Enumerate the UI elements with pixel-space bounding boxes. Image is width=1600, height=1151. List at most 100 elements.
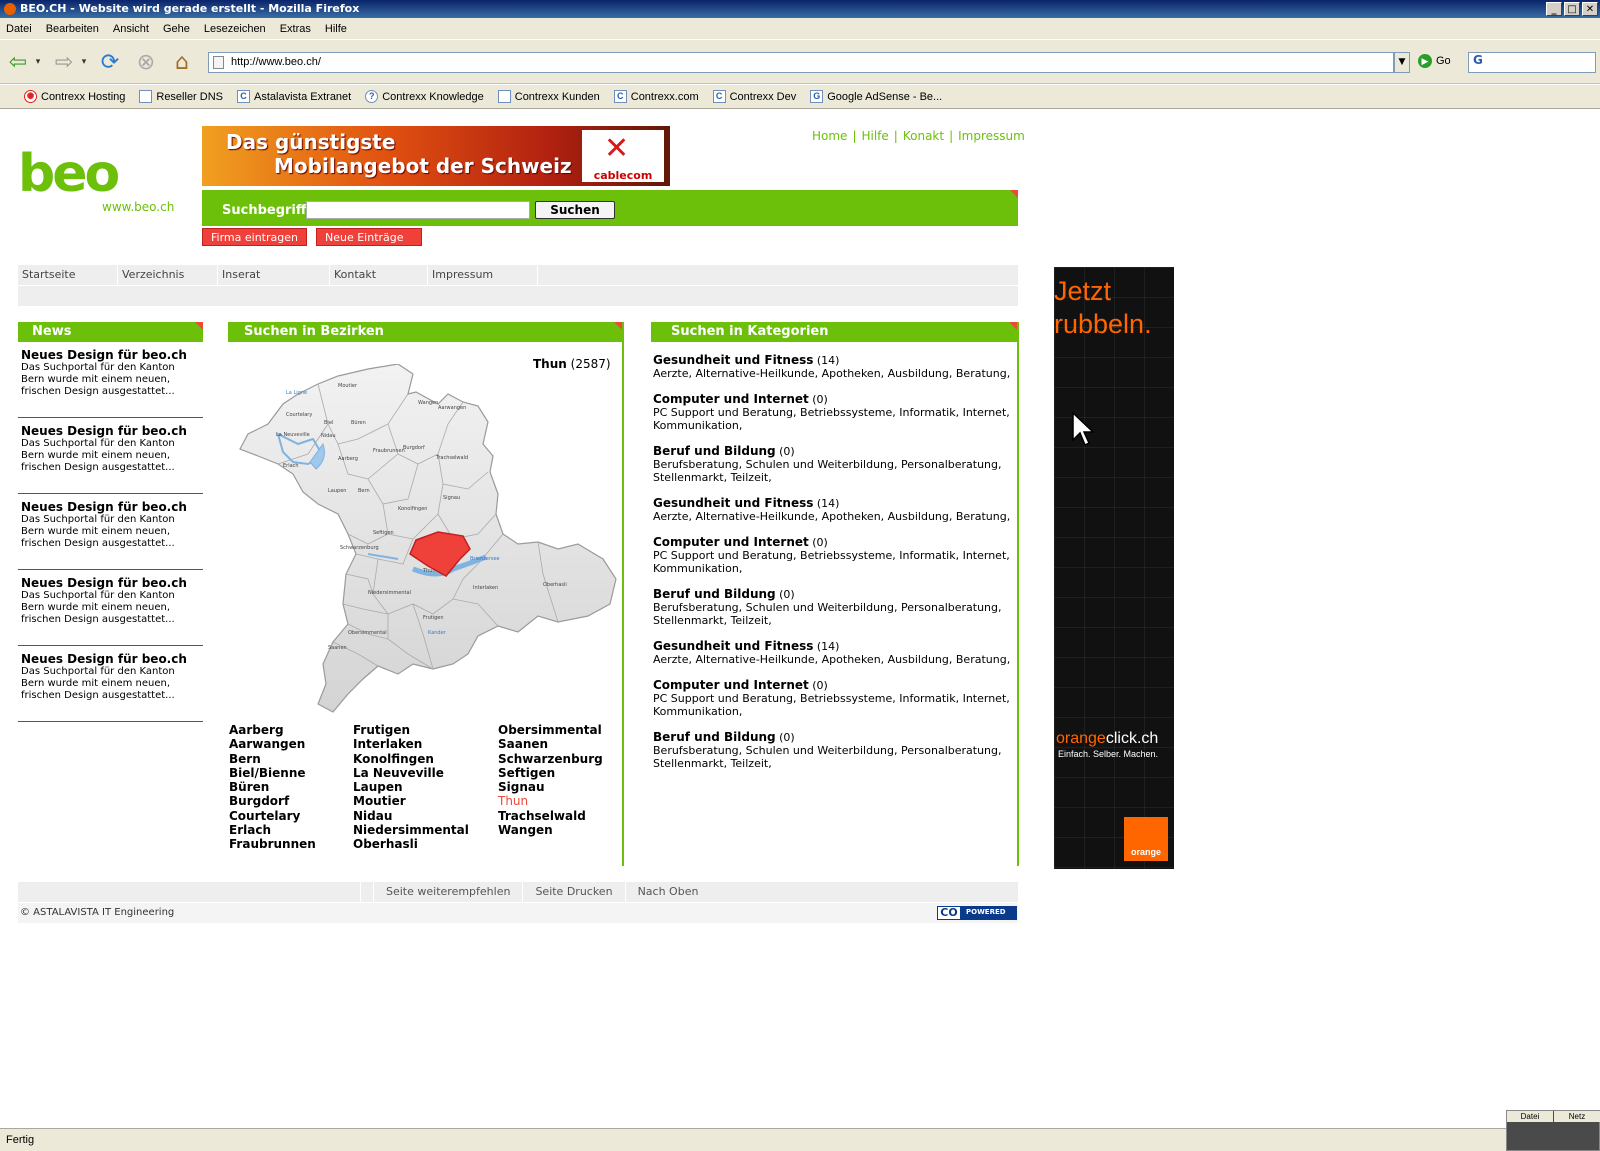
bookmark-contrexx-com[interactable]: C Contrexx.com xyxy=(613,90,699,103)
bookmark-contrexx-hosting[interactable]: ✺ Contrexx Hosting xyxy=(24,90,125,103)
district-link[interactable]: Oberhasli xyxy=(353,837,469,851)
category-subcategories[interactable]: PC Support und Beratung, Betriebssysteme… xyxy=(653,692,1017,718)
category-subcategories[interactable]: Berufsberatung, Schulen und Weiterbildun… xyxy=(653,744,1017,770)
news-item-title[interactable]: Neues Design für beo.ch xyxy=(21,424,200,438)
district-link[interactable]: Büren xyxy=(229,780,316,794)
link-impressum[interactable]: Impressum xyxy=(958,129,1025,143)
district-link[interactable]: Aarberg xyxy=(229,723,316,737)
district-link[interactable]: Bern xyxy=(229,752,316,766)
category-name[interactable]: Gesundheit und Fitness xyxy=(653,496,813,510)
news-item[interactable]: Neues Design für beo.ch Das Suchportal fü… xyxy=(18,418,203,494)
home-icon[interactable]: ⌂ xyxy=(168,48,196,76)
district-link[interactable]: Konolfingen xyxy=(353,752,469,766)
district-link[interactable]: Biel/Bienne xyxy=(229,766,316,780)
district-link[interactable]: Interlaken xyxy=(353,737,469,751)
district-link[interactable]: Frutigen xyxy=(353,723,469,737)
nav-startseite[interactable]: Startseite xyxy=(18,265,118,285)
category-name[interactable]: Gesundheit und Fitness xyxy=(653,639,813,653)
bookmark-contrexx-kunden[interactable]: Contrexx Kunden xyxy=(497,90,600,103)
district-link[interactable]: Thun xyxy=(498,794,603,808)
district-link[interactable]: Saanen xyxy=(498,737,603,751)
news-item[interactable]: Neues Design für beo.ch Das Suchportal fü… xyxy=(18,646,203,722)
category-name[interactable]: Beruf und Bildung xyxy=(653,730,776,744)
district-link[interactable]: Courtelary xyxy=(229,809,316,823)
footer-link-drucken[interactable]: Seite Drucken xyxy=(522,882,624,902)
menu-hilfe[interactable]: Hilfe xyxy=(325,23,347,35)
search-input[interactable] xyxy=(306,201,530,219)
menu-ansicht[interactable]: Ansicht xyxy=(113,23,149,35)
google-search-input[interactable]: G xyxy=(1468,52,1596,73)
category-name[interactable]: Computer und Internet xyxy=(653,535,809,549)
district-link[interactable]: Signau xyxy=(498,780,603,794)
firma-eintragen-button[interactable]: Firma eintragen xyxy=(202,228,307,246)
district-link[interactable]: Seftigen xyxy=(498,766,603,780)
news-item[interactable]: Neues Design für beo.ch Das Suchportal fü… xyxy=(18,570,203,646)
site-logo[interactable]: beo xyxy=(18,148,120,200)
category-subcategories[interactable]: Berufsberatung, Schulen und Weiterbildun… xyxy=(653,458,1017,484)
maximize-icon[interactable]: □ xyxy=(1564,2,1580,16)
nav-impressum[interactable]: Impressum xyxy=(428,265,538,285)
menu-extras[interactable]: Extras xyxy=(280,23,311,35)
bookmark-contrexx-knowledge[interactable]: ? Contrexx Knowledge xyxy=(365,90,484,103)
category-subcategories[interactable]: Berufsberatung, Schulen und Weiterbildun… xyxy=(653,601,1017,627)
category-name[interactable]: Computer und Internet xyxy=(653,678,809,692)
district-link[interactable]: Wangen xyxy=(498,823,603,837)
category-subcategories[interactable]: PC Support und Beratung, Betriebssysteme… xyxy=(653,406,1017,432)
url-input[interactable]: http://www.beo.ch/ xyxy=(208,52,1394,73)
menu-bearbeiten[interactable]: Bearbeiten xyxy=(46,23,99,35)
search-button[interactable]: Suchen xyxy=(535,201,615,219)
close-icon[interactable]: ✕ xyxy=(1582,2,1598,16)
neue-eintraege-button[interactable]: Neue Einträge xyxy=(316,228,422,246)
forward-icon[interactable]: ⇨ xyxy=(50,48,78,76)
footer-link-nach-oben[interactable]: Nach Oben xyxy=(624,882,711,902)
menu-datei[interactable]: Datei xyxy=(6,23,32,35)
category-name[interactable]: Gesundheit und Fitness xyxy=(653,353,813,367)
reload-icon[interactable]: ⟳ xyxy=(96,48,124,76)
category-subcategories[interactable]: Aerzte, Alternative-Heilkunde, Apotheken… xyxy=(653,653,1017,666)
category-name[interactable]: Computer und Internet xyxy=(653,392,809,406)
contrexx-powered-badge[interactable]: CO POWERED xyxy=(937,906,1017,920)
district-link[interactable]: Laupen xyxy=(353,780,469,794)
category-name[interactable]: Beruf und Bildung xyxy=(653,587,776,601)
url-dropdown-icon[interactable]: ▼ xyxy=(1394,52,1410,73)
nav-verzeichnis[interactable]: Verzeichnis xyxy=(118,265,218,285)
forward-dropdown-icon[interactable]: ▾ xyxy=(78,48,90,76)
link-home[interactable]: Home xyxy=(812,129,847,143)
category-name[interactable]: Beruf und Bildung xyxy=(653,444,776,458)
bookmark-google-adsense[interactable]: G Google AdSense - Be... xyxy=(810,90,942,103)
news-item-title[interactable]: Neues Design für beo.ch xyxy=(21,500,200,514)
bern-district-map[interactable]: Moutier La Ligne Courtelary Biel La Neuvevil… xyxy=(238,364,620,714)
news-item[interactable]: Neues Design für beo.ch Das Suchportal fü… xyxy=(18,494,203,570)
district-link[interactable]: Obersimmental xyxy=(498,723,603,737)
district-link[interactable]: La Neuveville xyxy=(353,766,469,780)
district-link[interactable]: Moutier xyxy=(353,794,469,808)
menu-lesezeichen[interactable]: Lesezeichen xyxy=(204,23,266,35)
stop-icon[interactable]: ⊗ xyxy=(132,48,160,76)
category-subcategories[interactable]: PC Support und Beratung, Betriebssysteme… xyxy=(653,549,1017,575)
district-link[interactable]: Fraubrunnen xyxy=(229,837,316,851)
menu-gehe[interactable]: Gehe xyxy=(163,23,190,35)
district-link[interactable]: Niedersimmental xyxy=(353,823,469,837)
district-link[interactable]: Aarwangen xyxy=(229,737,316,751)
link-konakt[interactable]: Konakt xyxy=(903,129,944,143)
district-link[interactable]: Trachselwald xyxy=(498,809,603,823)
news-item-title[interactable]: Neues Design für beo.ch xyxy=(21,652,200,666)
district-link[interactable]: Nidau xyxy=(353,809,469,823)
news-item[interactable]: Neues Design für beo.ch Das Suchportal fü… xyxy=(18,342,203,418)
news-item-title[interactable]: Neues Design für beo.ch xyxy=(21,576,200,590)
back-dropdown-icon[interactable]: ▾ xyxy=(32,48,44,76)
link-hilfe[interactable]: Hilfe xyxy=(861,129,888,143)
news-item-title[interactable]: Neues Design für beo.ch xyxy=(21,348,200,362)
footer-link-weiterempfehlen[interactable]: Seite weiterempfehlen xyxy=(373,882,522,902)
district-link[interactable]: Burgdorf xyxy=(229,794,316,808)
nav-kontakt[interactable]: Kontakt xyxy=(330,265,428,285)
banner-ad[interactable]: Das günstigste Mobilangebot der Schweiz … xyxy=(202,126,670,186)
back-icon[interactable]: ⇦ xyxy=(4,48,32,76)
nav-inserat[interactable]: Inserat xyxy=(218,265,330,285)
category-subcategories[interactable]: Aerzte, Alternative-Heilkunde, Apotheken… xyxy=(653,367,1017,380)
bookmark-contrexx-dev[interactable]: C Contrexx Dev xyxy=(712,90,796,103)
bookmark-astalavista-extranet[interactable]: C Astalavista Extranet xyxy=(237,90,351,103)
skyscraper-ad[interactable]: Jetzt rubbeln. orangeclick.ch Einfach. Se… xyxy=(1054,267,1174,869)
minimize-icon[interactable]: _ xyxy=(1546,2,1562,16)
district-link[interactable]: Schwarzenburg xyxy=(498,752,603,766)
